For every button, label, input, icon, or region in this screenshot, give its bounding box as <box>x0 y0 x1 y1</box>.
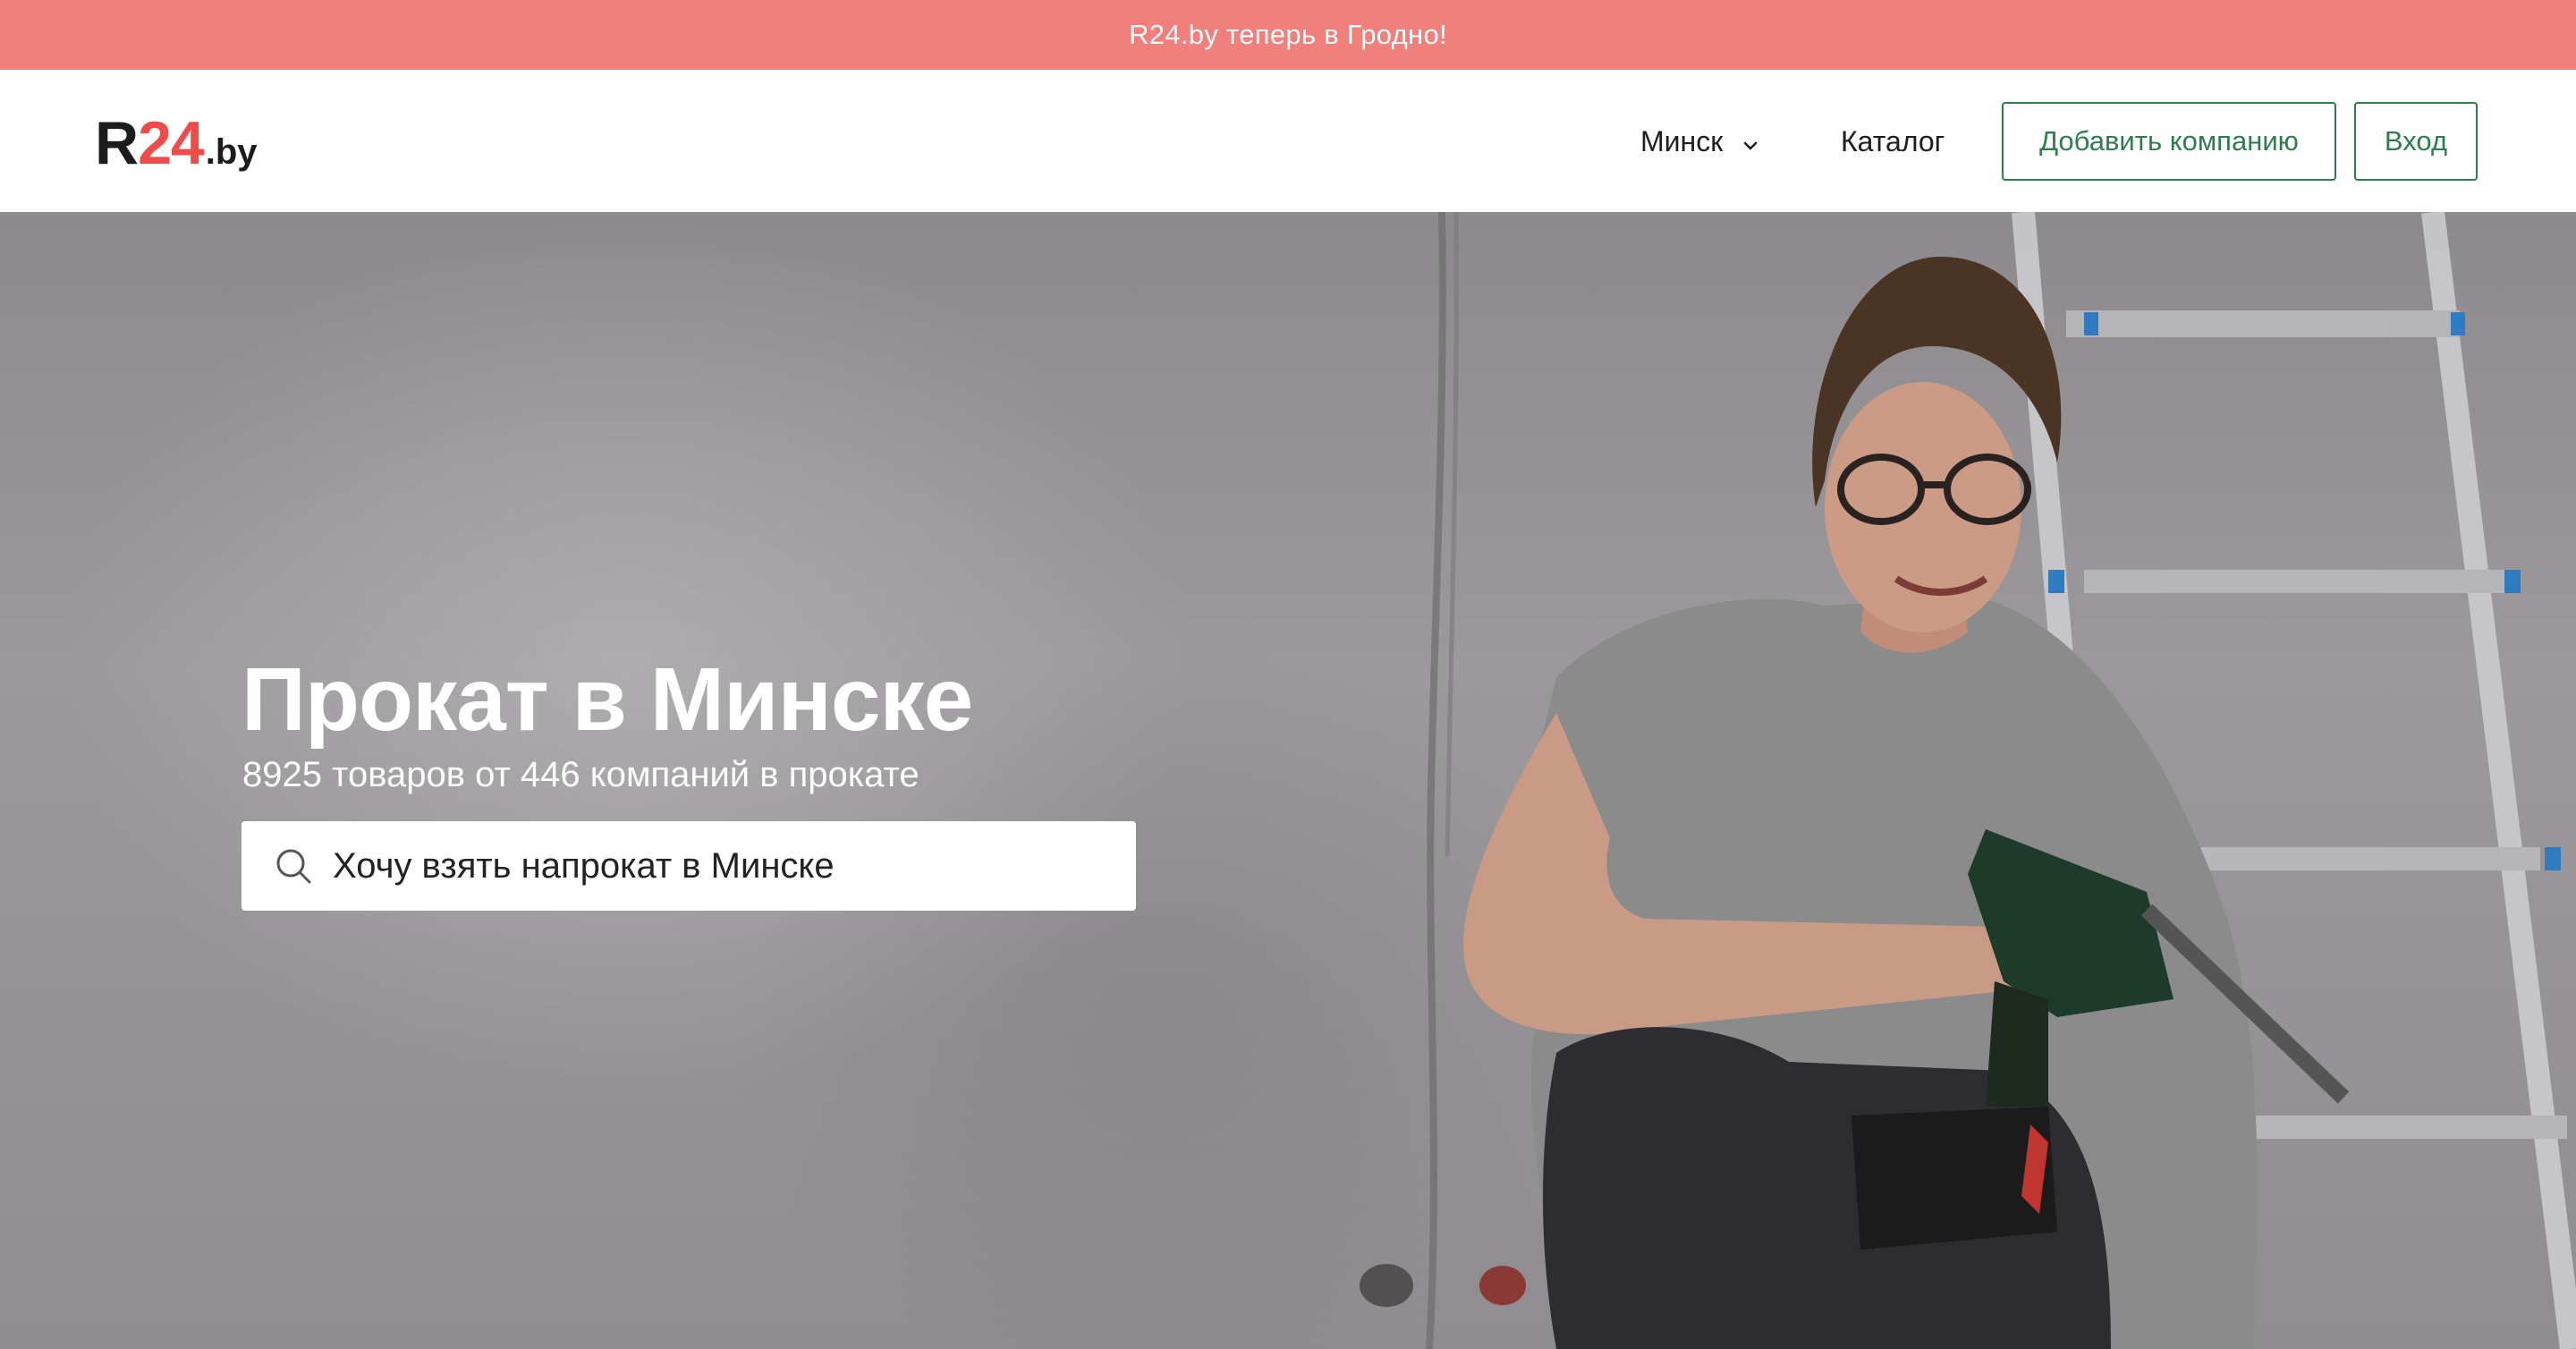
city-selector[interactable]: Минск <box>1640 116 1758 166</box>
hero-section: Прокат в Минске 8925 товаров от 446 комп… <box>0 212 2576 1349</box>
logo-number: 24 <box>138 109 205 177</box>
logo-domain: .by <box>205 132 258 172</box>
hero-title: Прокат в Минске <box>242 649 973 750</box>
site-header: R 24 .by Минск Каталог Добавить компанию… <box>0 70 2576 212</box>
search-input[interactable] <box>333 839 1120 893</box>
login-button[interactable]: Вход <box>2354 102 2478 181</box>
hero-subtitle: 8925 товаров от 446 компаний в прокате <box>242 755 919 794</box>
search-icon <box>274 846 313 886</box>
catalog-link[interactable]: Каталог <box>1841 116 1945 166</box>
announcement-banner[interactable]: R24.by теперь в Гродно! <box>0 0 2576 70</box>
chevron-down-icon <box>1742 125 1758 158</box>
search-box[interactable] <box>242 821 1136 911</box>
logo-r: R <box>95 109 139 177</box>
announcement-text[interactable]: R24.by теперь в Гродно! <box>1129 19 1447 51</box>
site-logo[interactable]: R 24 .by <box>95 109 258 177</box>
add-company-button[interactable]: Добавить компанию <box>2002 102 2336 181</box>
city-selector-label: Минск <box>1640 124 1724 157</box>
